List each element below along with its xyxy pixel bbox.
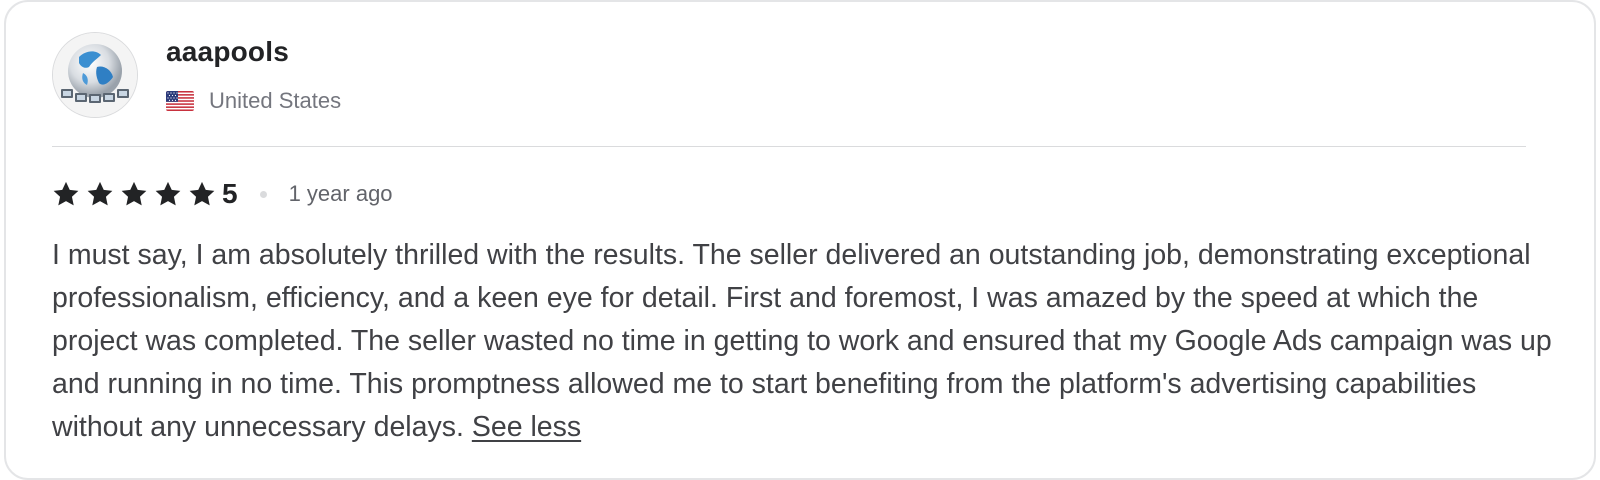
see-less-link[interactable]: See less bbox=[472, 411, 581, 443]
separator-dot bbox=[259, 190, 267, 198]
rating-row: 5 1 year ago bbox=[52, 176, 393, 212]
review-text: I must say, I am absolutely thrilled wit… bbox=[52, 239, 1552, 443]
us-flag-icon bbox=[166, 91, 194, 111]
header-divider bbox=[52, 146, 1526, 147]
rating-value: 5 bbox=[222, 178, 238, 209]
reviewer-avatar[interactable] bbox=[52, 32, 138, 118]
star-icon bbox=[87, 181, 113, 206]
star-icon bbox=[121, 181, 147, 206]
country-name: United States bbox=[209, 88, 342, 113]
star-icon bbox=[53, 181, 79, 206]
reviewer-username[interactable]: aaapools bbox=[166, 36, 289, 68]
star-icon bbox=[189, 181, 215, 206]
globe-avatar-icon bbox=[53, 33, 137, 117]
star-rating bbox=[52, 180, 222, 208]
star-icon bbox=[155, 181, 181, 206]
reviewer-country: United States bbox=[166, 88, 341, 114]
review-time: 1 year ago bbox=[288, 181, 393, 206]
review-body: I must say, I am absolutely thrilled wit… bbox=[52, 234, 1552, 449]
review-card: aaapools United States 5 1 year ago I mu… bbox=[4, 0, 1596, 480]
